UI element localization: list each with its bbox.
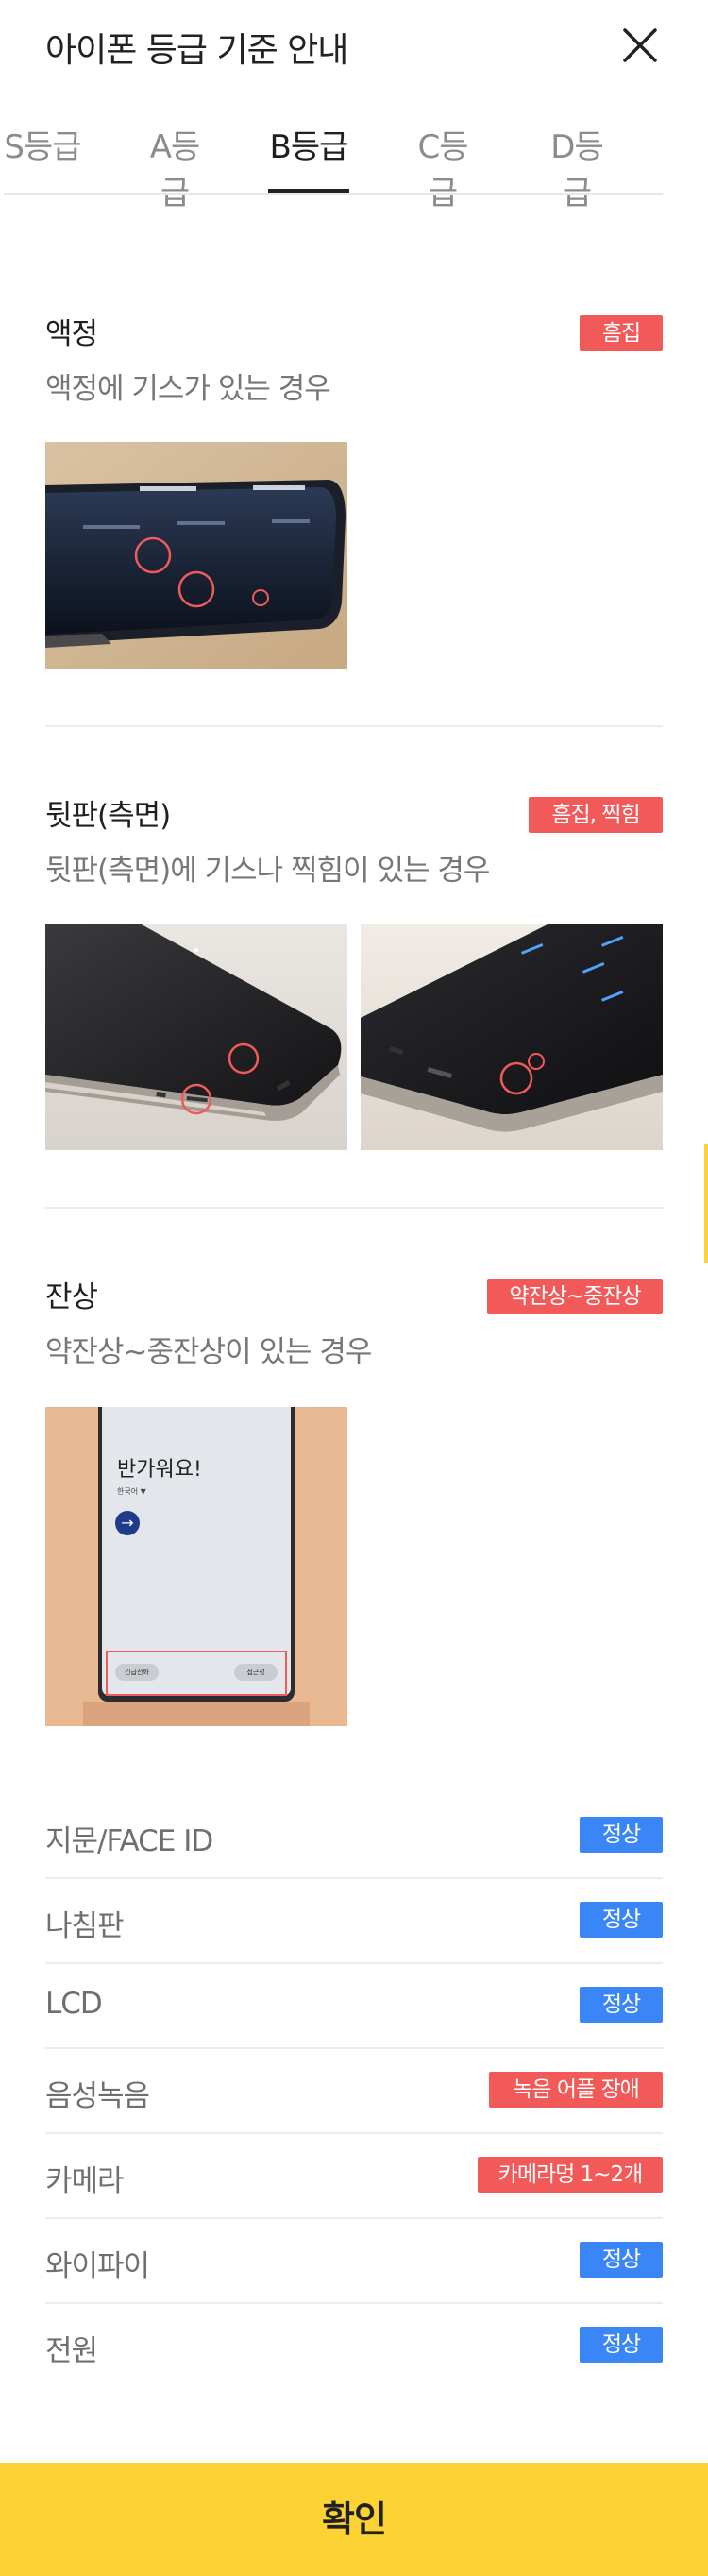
status-row-wifi: 와이파이 정상 <box>45 2219 663 2304</box>
status-row-label: LCD <box>45 1987 103 2021</box>
back-scratch-photo-2 <box>361 924 663 1150</box>
status-row-label: 음성녹음 <box>45 2079 150 2113</box>
tab-b-grade[interactable]: B등급 <box>268 121 349 195</box>
status-badge: 정상 <box>580 1902 663 1938</box>
page-title: 아이폰 등급 기준 안내 <box>45 31 348 70</box>
photo-greeting-text: 반가워요! <box>117 1458 202 1482</box>
status-badge: 정상 <box>580 1817 663 1853</box>
tabs-divider <box>4 193 663 195</box>
tab-a-grade[interactable]: A등급 <box>136 121 213 212</box>
section-afterimage-badge: 약잔상~중잔상 <box>487 1279 663 1314</box>
status-badge: 카메라멍 1~2개 <box>478 2157 663 2193</box>
status-row-voice-recording: 음성녹음 녹음 어플 장애 <box>45 2049 663 2134</box>
status-row-label: 지문/FACE ID <box>45 1824 213 1858</box>
photo-right-button: 접근성 <box>234 1664 278 1681</box>
status-badge: 정상 <box>580 2327 663 2363</box>
section-lcd-title: 액정 <box>45 317 98 351</box>
section-afterimage-desc: 약잔상~중잔상이 있는 경우 <box>45 1335 372 1369</box>
header: 아이폰 등급 기준 안내 <box>0 0 708 94</box>
status-row-camera: 카메라 카메라멍 1~2개 <box>45 2134 663 2219</box>
arrow-right-icon: → <box>115 1511 140 1535</box>
status-row-fingerprint: 지문/FACE ID 정상 <box>45 1794 663 1879</box>
status-row-power: 전원 정상 <box>45 2304 663 2389</box>
scroll-indicator <box>704 1144 708 1263</box>
section-lcd-desc: 액정에 기스가 있는 경우 <box>45 372 331 406</box>
section-afterimage-title: 잔상 <box>45 1280 98 1314</box>
tab-c-grade[interactable]: C등급 <box>404 121 481 212</box>
status-row-label: 나침판 <box>45 1909 125 1943</box>
close-button[interactable] <box>615 21 665 70</box>
section-back-badge: 흠집, 찍힘 <box>529 797 663 833</box>
section-divider <box>45 1207 663 1209</box>
confirm-button[interactable]: 확인 <box>0 2463 708 2576</box>
grade-tabs: S등급 A등급 B등급 C등급 D등급 <box>0 113 708 212</box>
tab-s-grade[interactable]: S등급 <box>4 121 81 195</box>
lcd-scratch-photo <box>45 442 347 669</box>
status-badge: 녹음 어플 장애 <box>489 2072 663 2108</box>
status-badge: 정상 <box>580 2242 663 2278</box>
back-scratch-photo-1 <box>45 924 347 1150</box>
section-back-title: 뒷판(측면) <box>45 799 171 833</box>
photo-language-text: 한국어 ▼ <box>117 1487 146 1496</box>
status-row-label: 와이파이 <box>45 2249 150 2283</box>
status-row-label: 카메라 <box>45 2164 125 2198</box>
status-badge: 정상 <box>580 1987 663 2023</box>
afterimage-photo: 반가워요! 한국어 ▼ → 긴급전화 접근성 <box>45 1407 347 1726</box>
section-back-desc: 뒷판(측면)에 기스나 찍힘이 있는 경우 <box>45 854 490 888</box>
close-icon <box>623 28 657 62</box>
status-row-compass: 나침판 정상 <box>45 1879 663 1964</box>
tab-d-grade[interactable]: D등급 <box>538 121 615 212</box>
section-lcd-badge: 흠집 <box>580 315 663 351</box>
status-row-label: 전원 <box>45 2334 98 2368</box>
status-row-lcd: LCD 정상 <box>45 1964 663 2049</box>
photo-table-surface <box>83 1702 310 1726</box>
section-divider <box>45 725 663 727</box>
photo-left-button: 긴급전화 <box>115 1664 159 1681</box>
